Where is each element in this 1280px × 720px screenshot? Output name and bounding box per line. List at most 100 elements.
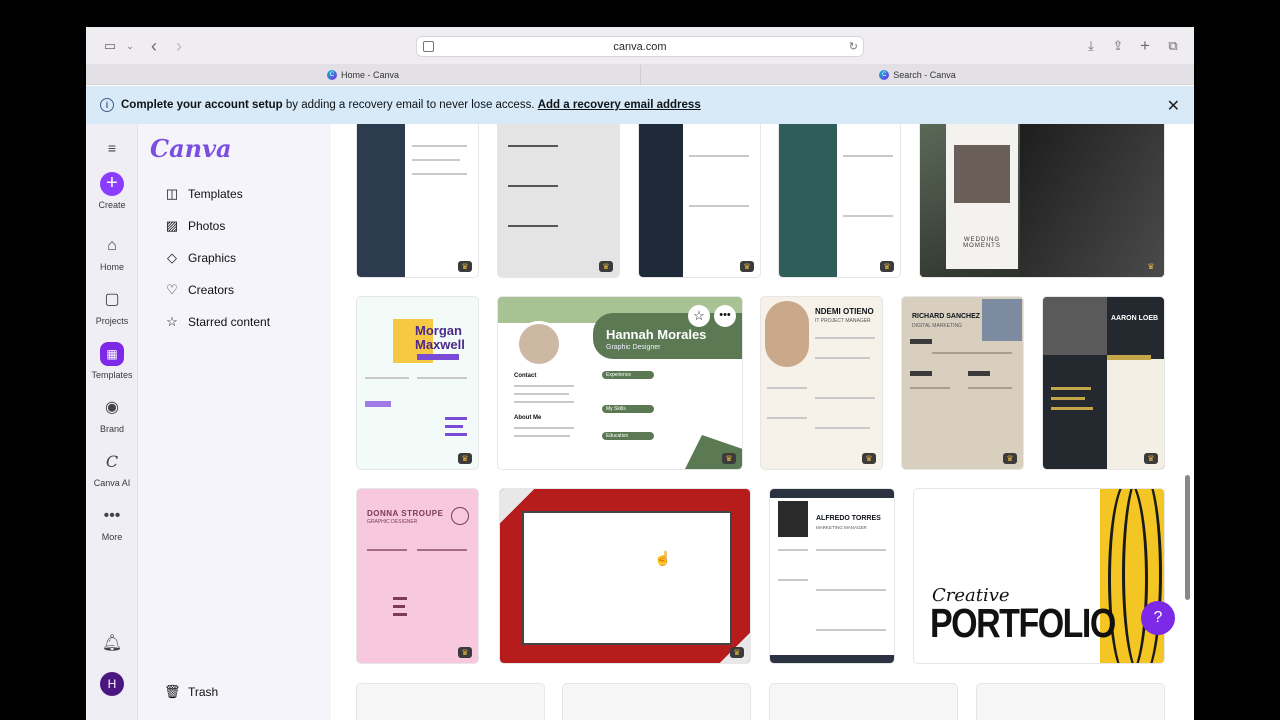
template-card-loading[interactable] bbox=[769, 683, 958, 720]
experience-pill: Experience bbox=[602, 371, 654, 379]
sidebar-item-label: Photos bbox=[188, 219, 226, 233]
share-icon[interactable]: ⇪ bbox=[1108, 36, 1128, 56]
reload-icon[interactable]: ↻ bbox=[849, 40, 858, 53]
scrollbar[interactable] bbox=[1185, 475, 1190, 600]
blank-frame-area bbox=[522, 511, 732, 645]
home-label: Home bbox=[99, 262, 124, 272]
resume-name: RICHARD SANCHEZ bbox=[912, 313, 981, 320]
template-card-richard-sanchez[interactable]: RICHARD SANCHEZ DIGITAL MARKETING ♛ bbox=[901, 296, 1024, 470]
account-setup-banner: i Complete your account setup by adding … bbox=[86, 86, 1194, 124]
create-button[interactable]: + Create bbox=[86, 172, 138, 210]
pro-crown-icon: ♛ bbox=[1144, 453, 1158, 464]
sidebar-item-starred[interactable]: ☆ Starred content bbox=[164, 314, 270, 330]
banner-text: Complete your account setup by adding a … bbox=[121, 99, 701, 111]
cursor-icon: ☝ bbox=[654, 550, 672, 566]
recovery-email-link[interactable]: Add a recovery email address bbox=[538, 99, 701, 111]
template-card-ndemi-otieno[interactable]: NDEMI OTIENO IT PROJECT MANAGER ♛ bbox=[760, 296, 883, 470]
close-icon[interactable]: ✕ bbox=[1167, 96, 1180, 116]
more-options-icon[interactable]: ••• bbox=[714, 305, 736, 327]
sidebar-item-label: Templates bbox=[188, 187, 243, 201]
sidebar-toggle-icon[interactable]: ▭ bbox=[100, 36, 120, 56]
template-card-aaron-loeb[interactable]: AARON LOEB ♛ bbox=[1042, 296, 1165, 470]
tab-home[interactable]: C Home - Canva bbox=[86, 65, 640, 85]
template-card-loading[interactable] bbox=[356, 683, 545, 720]
template-card-loading[interactable] bbox=[562, 683, 751, 720]
chevron-down-icon[interactable]: ⌄ bbox=[120, 36, 140, 56]
banner-rest-text: by adding a recovery email to never lose… bbox=[282, 99, 538, 111]
template-card-red-frame[interactable]: ♛ bbox=[499, 488, 751, 664]
template-card[interactable]: ♛ bbox=[638, 124, 761, 278]
template-card-morgan-maxwell[interactable]: Morgan Maxwell ♛ bbox=[356, 296, 479, 470]
more-icon: ••• bbox=[103, 507, 121, 524]
star-icon[interactable]: ☆ bbox=[688, 305, 710, 327]
rail-home[interactable]: ⌂ Home bbox=[86, 234, 138, 272]
sidebar-item-creators[interactable]: ♡ Creators bbox=[164, 282, 234, 298]
resume-role: Graphic Designer bbox=[606, 344, 661, 351]
bride-photo bbox=[1020, 124, 1164, 277]
rail-templates[interactable]: ▦ Templates bbox=[86, 342, 138, 380]
template-card-loading[interactable] bbox=[976, 683, 1165, 720]
home-icon: ⌂ bbox=[107, 237, 117, 254]
sidebar-item-graphics[interactable]: ◇ Graphics bbox=[164, 250, 236, 266]
portfolio-title: PORTFOLIO bbox=[930, 601, 1116, 647]
sidebar-item-label: Graphics bbox=[188, 251, 237, 265]
wedding-title: WEDDING MOMENTS bbox=[963, 237, 1001, 249]
canva-favicon-icon: C bbox=[326, 70, 337, 80]
browser-toolbar: ▭ ⌄ ‹ › canva.com ↻ ⤓ ⇪ + ⧉ bbox=[86, 27, 1194, 65]
rail-projects[interactable]: ▢ Projects bbox=[86, 288, 138, 326]
template-card-donna-stroupe[interactable]: DONNA STROUPE GRAPHIC DESIGNER ♛ bbox=[356, 488, 479, 664]
resume-first-name: Morgan bbox=[415, 323, 462, 338]
template-card[interactable]: WEDDING MOMENTS ♛ bbox=[919, 124, 1165, 278]
collapse-menu-button[interactable]: ≡ bbox=[86, 136, 138, 164]
star-icon: ☆ bbox=[166, 314, 178, 329]
forward-icon[interactable]: › bbox=[169, 36, 189, 56]
template-card-alfredo-torres[interactable]: ALFREDO TORRES MARKETING MANAGER bbox=[769, 488, 895, 664]
sidebar-item-trash[interactable]: 🗑︎ Trash bbox=[164, 684, 218, 700]
resume-sidebar-shape bbox=[779, 124, 837, 277]
notifications-button[interactable]: 🔔︎ bbox=[86, 632, 138, 660]
canva-logo[interactable]: Canva bbox=[150, 134, 232, 163]
profile-photo bbox=[778, 501, 808, 537]
profile-photo bbox=[516, 321, 562, 367]
resume-role: DIGITAL MARKETING bbox=[912, 323, 963, 329]
new-tab-icon[interactable]: + bbox=[1135, 36, 1155, 56]
resume-name: AARON LOEB bbox=[1111, 315, 1159, 322]
sidebar-item-photos[interactable]: ▨ Photos bbox=[164, 218, 226, 234]
templates-sidebar: Canva ◫ Templates ▨ Photos ◇ Graphics ♡ Crea… bbox=[138, 124, 331, 720]
address-bar[interactable]: canva.com ↻ bbox=[416, 36, 864, 57]
resume-sidebar-shape bbox=[357, 124, 405, 277]
trash-icon: 🗑︎ bbox=[164, 684, 181, 699]
more-label: More bbox=[101, 532, 123, 542]
tab-overview-icon[interactable]: ⧉ bbox=[1163, 36, 1183, 56]
resume-sidebar-shape bbox=[639, 124, 683, 277]
rail-more[interactable]: ••• More bbox=[86, 504, 138, 542]
help-button[interactable]: ? bbox=[1141, 601, 1175, 635]
rail-canva-ai[interactable]: C Canva AI bbox=[86, 450, 138, 488]
template-card[interactable]: ♛ bbox=[778, 124, 901, 278]
canva-ai-label: Canva AI bbox=[93, 478, 131, 488]
template-card-creative-portfolio[interactable]: Creative PORTFOLIO bbox=[913, 488, 1165, 664]
sidebar-item-templates[interactable]: ◫ Templates bbox=[164, 186, 243, 202]
skills-pill: My Skills bbox=[602, 405, 654, 413]
template-card[interactable]: ♛ bbox=[497, 124, 620, 278]
photo-icon: ▨ bbox=[165, 218, 179, 233]
rail-brand[interactable]: ◉ Brand bbox=[86, 396, 138, 434]
section-pill bbox=[910, 339, 932, 344]
couple-photo bbox=[954, 145, 1010, 203]
download-icon[interactable]: ⤓ bbox=[1081, 36, 1101, 56]
about-heading: About Me bbox=[514, 415, 542, 421]
header-bar bbox=[770, 489, 894, 498]
sidebar-item-label: Trash bbox=[188, 685, 219, 699]
gold-bar bbox=[1107, 355, 1151, 360]
template-card[interactable]: ♛ bbox=[356, 124, 479, 278]
tab-search[interactable]: C Search - Canva bbox=[640, 65, 1194, 85]
resume-name: NDEMI OTIENO bbox=[815, 307, 874, 316]
pro-crown-icon: ♛ bbox=[880, 261, 894, 272]
templates-label: Templates bbox=[91, 370, 133, 380]
account-button[interactable]: H bbox=[86, 672, 138, 700]
pro-crown-icon: ♛ bbox=[722, 453, 736, 464]
template-card-hannah-morales[interactable]: Hannah Morales Graphic Designer Contact … bbox=[497, 296, 743, 470]
plus-icon: + bbox=[100, 172, 124, 196]
footer-bar bbox=[770, 655, 894, 663]
back-icon[interactable]: ‹ bbox=[144, 36, 164, 56]
